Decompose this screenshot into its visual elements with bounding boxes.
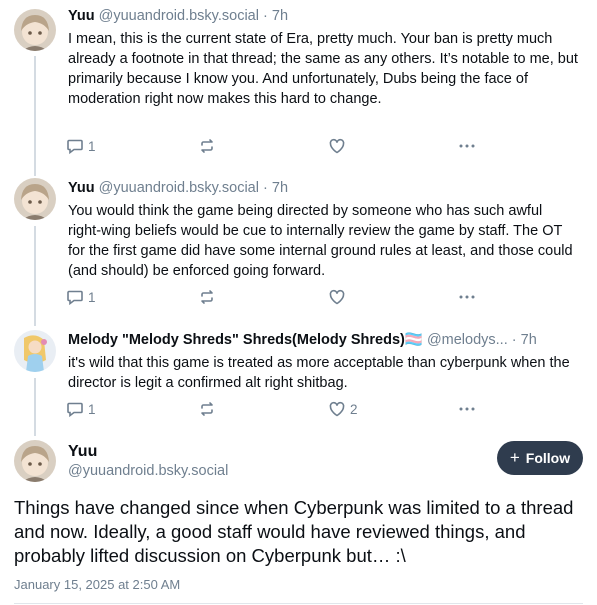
author-handle[interactable]: @yuuandroid.bsky.social (99, 180, 259, 196)
more-button[interactable] (457, 137, 477, 155)
like-button[interactable]: 2 (328, 400, 358, 418)
thread-line (34, 56, 36, 176)
reply-count: 1 (88, 138, 96, 154)
main-post-text: Things have changed since when Cyberpunk… (14, 497, 574, 566)
like-button[interactable] (328, 288, 350, 306)
divider (14, 603, 583, 604)
post-header: Yuu @yuuandroid.bsky.social · 7h (68, 6, 583, 26)
post-1[interactable]: Yuu @yuuandroid.bsky.social · 7h I mean,… (0, 6, 597, 176)
repost-arrows-icon (201, 290, 213, 304)
reply-bubble-icon (67, 290, 83, 306)
post-2[interactable]: Yuu @yuuandroid.bsky.social · 7h You wou… (0, 178, 597, 326)
main-author-handle[interactable]: @yuuandroid.bsky.social (68, 463, 228, 479)
main-author-name[interactable]: Yuu (68, 443, 97, 461)
heart-icon (329, 289, 345, 305)
main-avatar[interactable] (14, 440, 56, 482)
follow-label: Follow (525, 450, 571, 466)
post-text: it's wild that this game is treated as m… (68, 355, 570, 391)
author-handle[interactable]: @yuuandroid.bsky.social (99, 8, 259, 24)
repost-button[interactable] (198, 137, 220, 155)
avatar[interactable] (14, 9, 56, 51)
repost-button[interactable] (198, 400, 220, 418)
reply-bubble-icon (67, 402, 83, 418)
reply-button[interactable]: 1 (66, 288, 96, 306)
avatar[interactable] (14, 178, 56, 220)
thread-line (34, 378, 36, 436)
follow-button[interactable]: + Follow (497, 441, 583, 475)
separator-dot: · (511, 332, 517, 348)
reply-count: 1 (88, 289, 96, 305)
author-name[interactable]: Yuu (68, 8, 95, 24)
separator-dot: · (263, 180, 268, 196)
post-text: You would think the game being directed … (68, 203, 573, 279)
post-header: Melody "Melody Shreds" Shreds(Melody Shr… (68, 330, 581, 350)
reply-bubble-icon (67, 139, 83, 155)
post-header: Yuu @yuuandroid.bsky.social · 7h (68, 178, 583, 198)
main-post-date[interactable]: January 15, 2025 at 2:50 AM (14, 577, 180, 592)
thread-line (34, 226, 36, 326)
repost-arrows-icon (201, 402, 213, 416)
more-dots-icon (459, 144, 475, 148)
more-button[interactable] (457, 288, 477, 306)
like-count: 2 (350, 401, 358, 417)
repost-arrows-icon (201, 139, 213, 153)
reply-button[interactable]: 1 (66, 137, 96, 155)
reply-count: 1 (88, 401, 96, 417)
post-3[interactable]: Melody "Melody Shreds" Shreds(Melody Shr… (0, 330, 597, 436)
reply-button[interactable]: 1 (66, 400, 96, 418)
more-button[interactable] (457, 400, 477, 418)
heart-icon (329, 138, 345, 154)
post-time[interactable]: 7h (272, 8, 288, 24)
avatar[interactable] (14, 330, 56, 372)
plus-icon: + (509, 448, 520, 467)
separator-dot: · (263, 8, 268, 24)
post-time[interactable]: 7h (521, 332, 537, 348)
more-dots-icon (459, 295, 475, 299)
post-text: I mean, this is the current state of Era… (68, 31, 578, 107)
like-button[interactable] (328, 137, 350, 155)
author-handle[interactable]: @melodys... (427, 332, 508, 348)
more-dots-icon (459, 407, 475, 411)
post-time[interactable]: 7h (272, 180, 288, 196)
author-name[interactable]: Melody "Melody Shreds" Shreds(Melody Shr… (68, 332, 423, 348)
author-name[interactable]: Yuu (68, 180, 95, 196)
heart-icon (329, 401, 345, 417)
repost-button[interactable] (198, 288, 220, 306)
